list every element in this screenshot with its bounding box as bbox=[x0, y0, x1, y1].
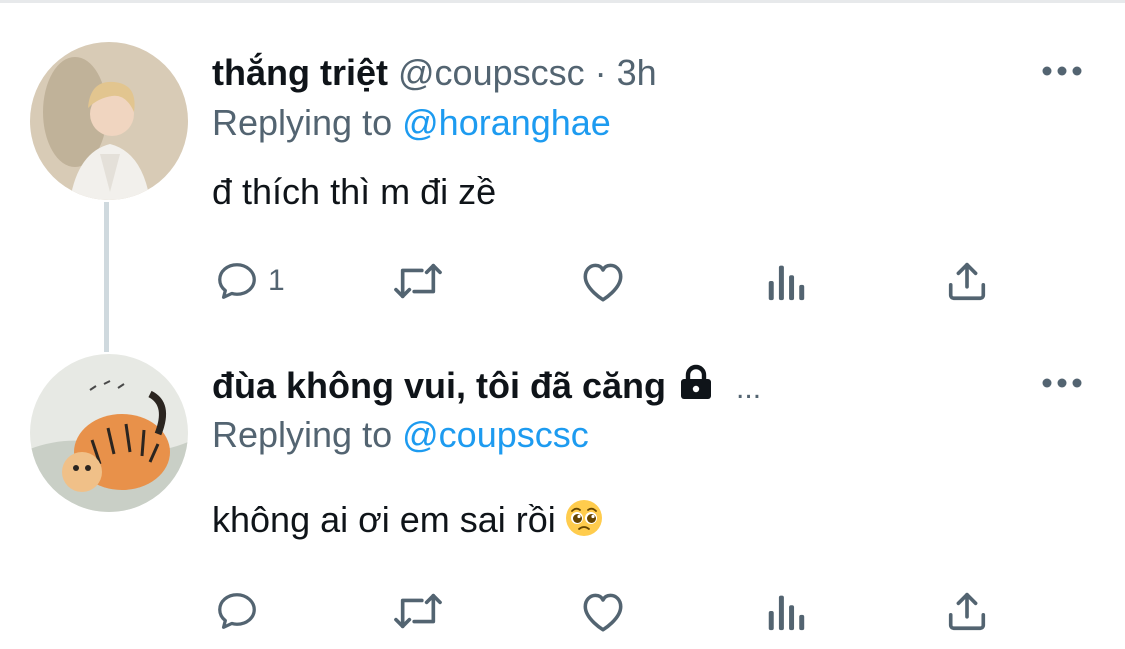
reply-count: 1 bbox=[268, 264, 285, 297]
analytics-icon bbox=[768, 595, 805, 631]
share-button[interactable] bbox=[944, 256, 990, 306]
mention-link[interactable]: @horanghae bbox=[402, 102, 611, 143]
share-icon bbox=[948, 592, 986, 631]
name-overflow-ellipsis: ... bbox=[736, 372, 762, 405]
timestamp[interactable]: 3h bbox=[617, 52, 657, 93]
more-horizontal-icon[interactable] bbox=[1040, 64, 1084, 78]
views-button[interactable] bbox=[764, 586, 808, 636]
tweet-text: đ thích thì m đi zề bbox=[212, 171, 497, 212]
tweet-actions: 1 bbox=[0, 256, 1125, 306]
display-name[interactable]: đùa không vui, tôi đã căng bbox=[212, 365, 666, 406]
tweet-text: không ai ơi em sai rồi bbox=[212, 499, 556, 540]
avatar[interactable] bbox=[30, 354, 188, 512]
mention-link[interactable]: @coupscsc bbox=[402, 414, 589, 455]
avatar[interactable] bbox=[30, 42, 188, 200]
replying-to-prefix: Replying to bbox=[212, 414, 393, 455]
display-name[interactable]: thắng triệt bbox=[212, 52, 388, 93]
retweet-button[interactable] bbox=[390, 586, 446, 636]
views-button[interactable] bbox=[764, 256, 808, 306]
reply-button[interactable]: 1 bbox=[214, 256, 285, 306]
more-horizontal-icon[interactable] bbox=[1040, 376, 1084, 390]
user-handle[interactable]: @coupscsc bbox=[398, 52, 585, 93]
retweet-button[interactable] bbox=[390, 256, 446, 306]
reply-icon bbox=[218, 593, 256, 629]
retweet-icon bbox=[394, 593, 442, 629]
like-button[interactable] bbox=[578, 256, 628, 306]
replying-to-line: Replying to @coupscsc bbox=[212, 414, 589, 456]
heart-icon bbox=[583, 263, 623, 302]
share-button[interactable] bbox=[944, 586, 990, 636]
tweet-header: đùa không vui, tôi đã căng ... bbox=[212, 364, 761, 410]
share-icon bbox=[948, 262, 986, 301]
retweet-icon bbox=[394, 263, 442, 299]
tweet-text-container: không ai ơi em sai rồi bbox=[212, 498, 604, 542]
reply-button[interactable] bbox=[214, 586, 260, 636]
tweet-header: thắng triệt @coupscsc · 3h bbox=[212, 52, 657, 94]
lock-icon bbox=[681, 364, 712, 399]
pleading-face-emoji bbox=[565, 500, 602, 536]
separator-dot: · bbox=[594, 52, 607, 93]
tweet-actions bbox=[0, 586, 1125, 636]
top-divider bbox=[0, 0, 1125, 3]
analytics-icon bbox=[768, 265, 805, 301]
replying-to-prefix: Replying to bbox=[212, 102, 393, 143]
reply-icon bbox=[218, 263, 256, 299]
heart-icon bbox=[583, 593, 623, 632]
like-button[interactable] bbox=[578, 586, 628, 636]
replying-to-line: Replying to @horanghae bbox=[212, 102, 611, 144]
